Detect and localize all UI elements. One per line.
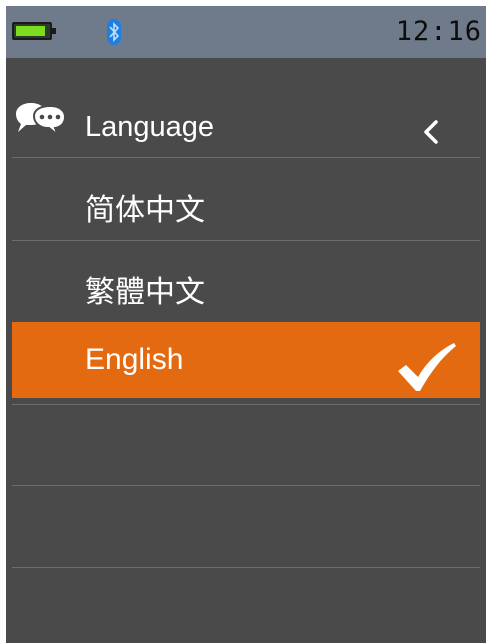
- divider: [12, 567, 480, 568]
- bluetooth-icon: [107, 19, 121, 45]
- page-title: Language: [85, 111, 215, 143]
- back-chevron-icon[interactable]: [420, 116, 442, 148]
- language-option-traditional-chinese[interactable]: 繁體中文: [12, 246, 480, 322]
- chat-bubble-icon: [16, 103, 67, 136]
- language-label: 简体中文: [85, 193, 205, 228]
- page-header: Language: [6, 58, 486, 158]
- divider: [12, 485, 480, 486]
- battery-icon: [12, 22, 56, 40]
- divider: [12, 240, 480, 241]
- battery-level: [16, 26, 45, 36]
- device-screen: 12:16 Language 简体中文 繁體中文 English: [6, 6, 486, 643]
- status-bar: 12:16: [6, 6, 486, 58]
- divider: [12, 157, 480, 158]
- language-option-simplified-chinese[interactable]: 简体中文: [12, 164, 480, 240]
- checkmark-icon: [398, 343, 456, 391]
- divider: [12, 404, 480, 405]
- language-option-english[interactable]: English: [12, 322, 480, 398]
- status-time: 12:16: [395, 16, 482, 47]
- language-label: 繁體中文: [85, 275, 205, 310]
- language-label: English: [85, 343, 184, 376]
